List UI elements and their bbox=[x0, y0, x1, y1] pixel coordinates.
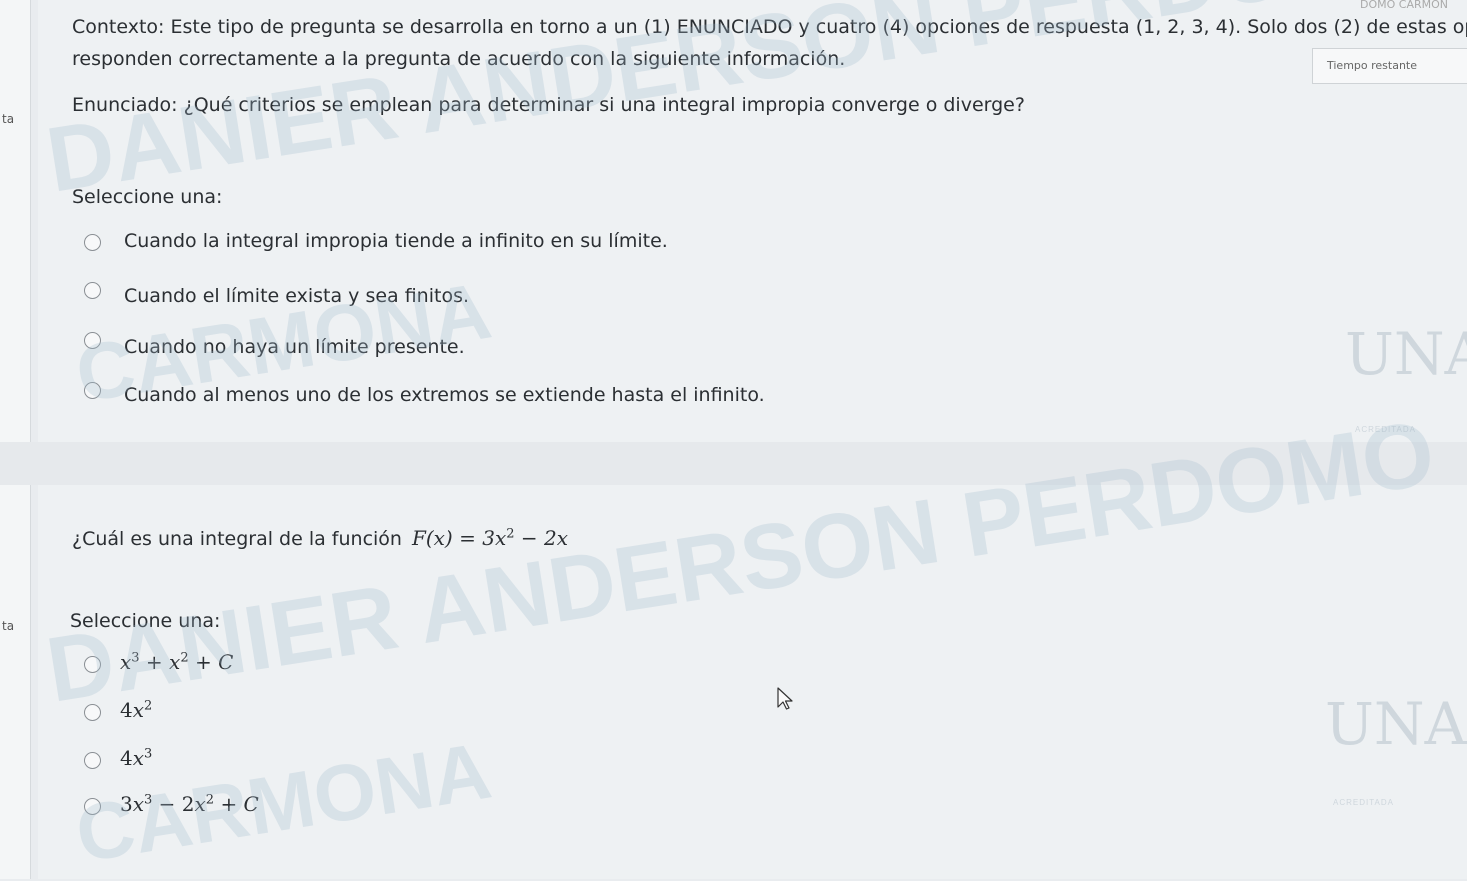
question-2-prompt-text: ¿Cuál es una integral de la función bbox=[72, 528, 402, 550]
function-formula: F(x) = 3x2 − 2x bbox=[411, 526, 569, 550]
option-1-radio[interactable] bbox=[84, 234, 101, 251]
answer-3-formula[interactable]: 4x3 bbox=[120, 746, 152, 770]
option-1-label[interactable]: Cuando la integral impropia tiende a inf… bbox=[124, 230, 668, 252]
answer-4-radio[interactable] bbox=[84, 798, 101, 815]
context-text-line2: responden correctamente a la pregunta de… bbox=[72, 48, 846, 70]
question-info-strip: ta bbox=[0, 485, 31, 879]
question-statement: Enunciado: ¿Qué criterios se emplean par… bbox=[72, 94, 1025, 116]
context-text-line1: Contexto: Este tipo de pregunta se desar… bbox=[72, 16, 1467, 38]
option-2-label[interactable]: Cuando el límite exista y sea finitos. bbox=[124, 285, 469, 307]
user-name-partial: DOMO CARMON bbox=[1360, 0, 1448, 11]
question-info-strip: ta bbox=[0, 0, 31, 442]
select-label: Seleccione una: bbox=[70, 610, 221, 632]
question-label: ta bbox=[2, 619, 15, 633]
select-label: Seleccione una: bbox=[72, 186, 223, 208]
answer-1-formula[interactable]: x3 + x2 + C bbox=[120, 650, 233, 674]
option-4-label[interactable]: Cuando al menos uno de los extremos se e… bbox=[124, 384, 765, 406]
question-label: ta bbox=[2, 112, 15, 126]
time-remaining-panel: Tiempo restante bbox=[1312, 48, 1467, 84]
option-2-radio[interactable] bbox=[84, 282, 101, 299]
option-3-radio[interactable] bbox=[84, 332, 101, 349]
answer-4-formula[interactable]: 3x3 − 2x2 + C bbox=[120, 792, 259, 816]
answer-3-radio[interactable] bbox=[84, 752, 101, 769]
answer-2-formula[interactable]: 4x2 bbox=[120, 698, 152, 722]
question-separator bbox=[0, 442, 1467, 485]
answer-2-radio[interactable] bbox=[84, 704, 101, 721]
mouse-cursor-icon bbox=[777, 687, 793, 710]
answer-1-radio[interactable] bbox=[84, 656, 101, 673]
time-remaining-label: Tiempo restante bbox=[1327, 59, 1418, 72]
option-3-label[interactable]: Cuando no haya un límite presente. bbox=[124, 336, 465, 358]
question-2-prompt: ¿Cuál es una integral de la función F(x)… bbox=[72, 526, 568, 550]
option-4-radio[interactable] bbox=[84, 382, 101, 399]
